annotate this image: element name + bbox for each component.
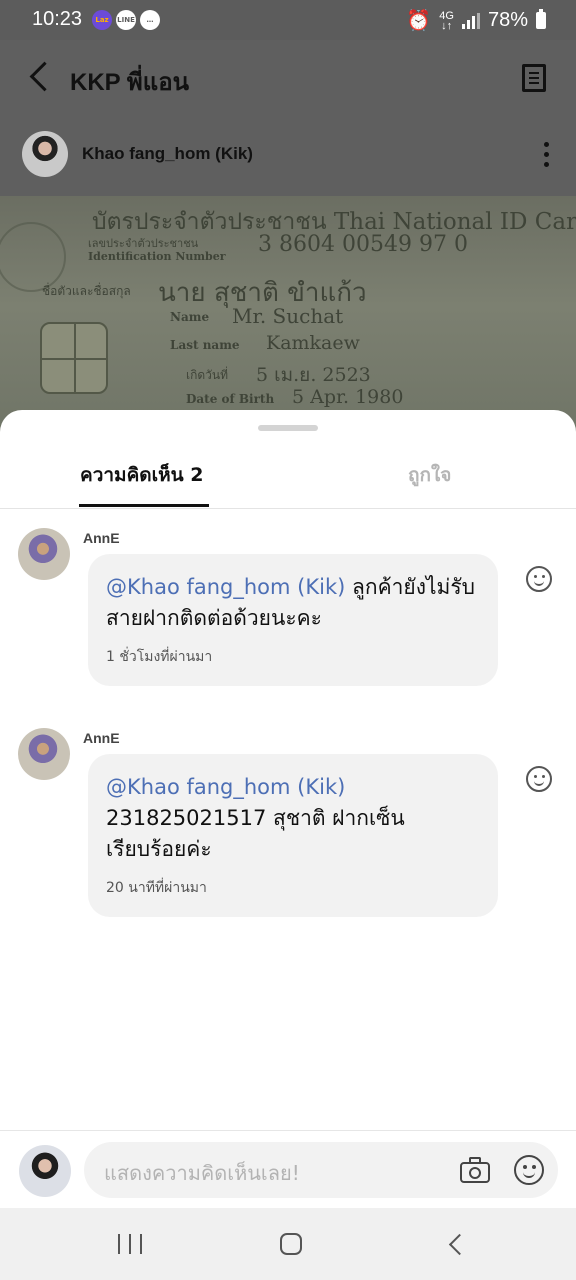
camera-icon[interactable] [460, 1157, 490, 1183]
id-card-photo: บัตรประจำตัวประชาชน Thai National ID Car… [0, 202, 576, 440]
recent-apps-icon[interactable] [118, 1234, 142, 1254]
comment-bubble[interactable]: @Khao fang_hom (Kik) ลูกค้ายังไม่รับสายฝ… [88, 554, 498, 686]
reaction-smile-icon[interactable] [526, 566, 552, 592]
page-title: KKP พี่แอน [70, 69, 190, 96]
avatar[interactable] [19, 1145, 71, 1197]
name-label-th: ชื่อตัวและชื่อสกุล [42, 284, 131, 298]
sheet-drag-handle[interactable] [258, 425, 318, 431]
network-type: 4G ↓↑ [439, 9, 454, 32]
avatar[interactable] [22, 131, 68, 177]
status-bar: 10:23 Laz LINE … ⏰ 4G ↓↑ 78% [0, 0, 576, 40]
name-en: Mr. Suchat [232, 304, 344, 328]
comment-input-placeholder[interactable]: แสดงความคิดเห็นเลย! [104, 1157, 300, 1189]
chat-icon: … [140, 10, 160, 30]
post-author-name[interactable]: Khao fang_hom (Kik) [82, 144, 253, 164]
home-icon[interactable] [280, 1233, 302, 1255]
active-tab-indicator [79, 504, 209, 507]
comment-author[interactable]: AnnE [83, 530, 120, 546]
name-label-en: Name [170, 310, 210, 324]
note-icon[interactable] [522, 64, 546, 92]
signal-icon [461, 12, 480, 29]
comment-time: 20 นาทีที่ผ่านมา [106, 880, 207, 896]
divider [0, 508, 576, 509]
dob-label-th: เกิดวันที่ [186, 368, 229, 382]
comment-input-bar: แสดงความคิดเห็นเลย! [0, 1130, 576, 1208]
system-nav-bar [0, 1208, 576, 1280]
lastname-label-en: Last name [170, 338, 240, 352]
chip-icon [40, 322, 108, 394]
post-author-row: Khao fang_hom (Kik) [0, 116, 576, 196]
battery-icon [536, 9, 546, 29]
more-options-icon[interactable] [544, 142, 550, 168]
lazada-icon: Laz [92, 10, 112, 30]
comment-input[interactable]: แสดงความคิดเห็นเลย! [84, 1142, 558, 1198]
back-arrow-icon[interactable] [26, 60, 56, 96]
dob-en: 5 Apr. 1980 [292, 386, 404, 408]
emoji-icon[interactable] [514, 1155, 544, 1185]
notification-icons: Laz LINE … [92, 10, 160, 30]
comments-sheet: ความคิดเห็น 2 ถูกใจ AnnE @Khao fang_hom … [0, 410, 576, 1208]
battery-percent: 78% [487, 9, 528, 31]
comment-author[interactable]: AnnE [83, 730, 120, 746]
tab-likes[interactable]: ถูกใจ [408, 460, 451, 490]
avatar[interactable] [18, 528, 70, 580]
comment-body: 231825021517 สุชาติ ฝากเซ็นเรียบร้อยค่ะ [106, 806, 405, 861]
avatar[interactable] [18, 728, 70, 780]
post-image[interactable]: บัตรประจำตัวประชาชน Thai National ID Car… [0, 196, 576, 440]
post-page-background: KKP พี่แอน Khao fang_hom (Kik) บัตรประจำ… [0, 40, 576, 440]
mention-link[interactable]: @Khao fang_hom (Kik) [106, 775, 345, 799]
tab-comments[interactable]: ความคิดเห็น 2 [80, 460, 203, 490]
comment-text: @Khao fang_hom (Kik) ลูกค้ายังไม่รับสายฝ… [106, 572, 480, 634]
nav-back-icon[interactable] [446, 1234, 466, 1254]
comment-text: @Khao fang_hom (Kik) 231825021517 สุชาติ … [106, 772, 480, 865]
lastname-en: Kamkaew [266, 332, 360, 354]
system-status: ⏰ 4G ↓↑ 78% [406, 8, 546, 33]
reaction-smile-icon[interactable] [526, 766, 552, 792]
comment-bubble[interactable]: @Khao fang_hom (Kik) 231825021517 สุชาติ … [88, 754, 498, 917]
mention-link[interactable]: @Khao fang_hom (Kik) [106, 575, 345, 599]
alarm-icon: ⏰ [406, 10, 432, 32]
status-time: 10:23 [32, 8, 83, 30]
id-label-en: Identification Number [88, 250, 226, 263]
comment-time: 1 ชั่วโมงที่ผ่านมา [106, 649, 213, 665]
line-icon: LINE [116, 10, 136, 30]
dob-label-en: Date of Birth [186, 392, 275, 406]
top-app-bar: KKP พี่แอน [0, 40, 576, 116]
id-number: 3 8604 00549 97 0 [258, 232, 468, 257]
